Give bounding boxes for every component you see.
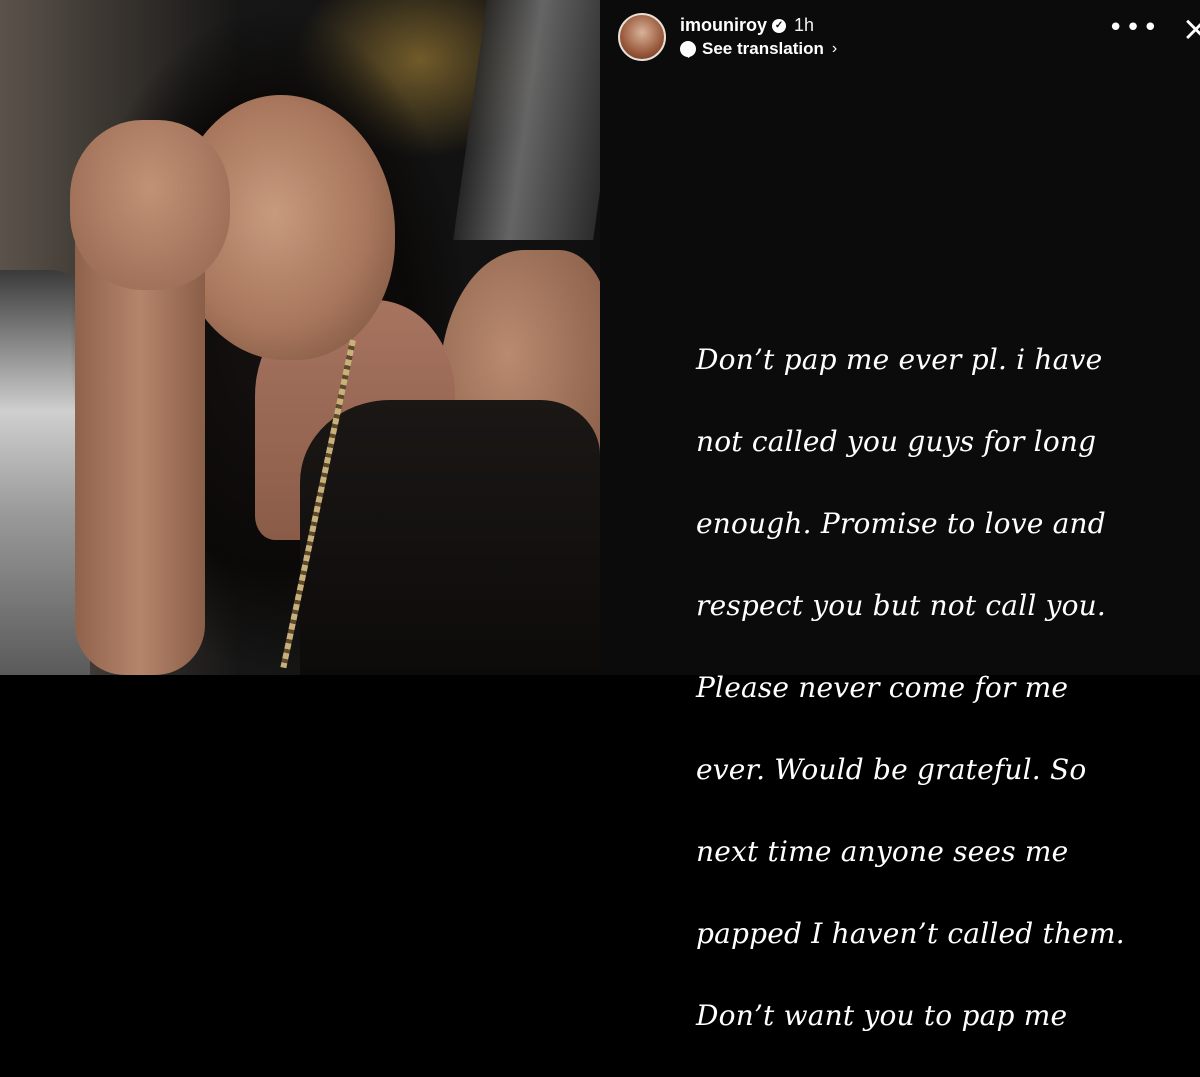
message-line: not called you guys for long <box>696 421 1176 462</box>
avatar[interactable] <box>618 13 666 61</box>
verified-badge-icon: ✓ <box>772 19 786 33</box>
more-dots-icon[interactable]: ••• <box>1108 18 1160 38</box>
see-translation-label: See translation <box>702 39 824 59</box>
chevron-right-icon: › <box>832 40 837 58</box>
message-line: ever. Would be grateful. So <box>696 749 1176 790</box>
story-panel: imouniroy ✓ 1h See translation › ••• × D… <box>600 0 1200 675</box>
hand <box>70 120 230 290</box>
story-message: Don’t pap me ever pl. i have not called … <box>696 298 1176 1077</box>
close-icon[interactable]: × <box>1182 14 1200 44</box>
message-line: respect you but not call you. <box>696 585 1176 626</box>
translate-bubble-icon <box>680 41 696 57</box>
time-ago: 1h <box>794 15 814 36</box>
black-top <box>300 400 600 675</box>
user-row: imouniroy ✓ 1h <box>680 15 837 36</box>
see-translation-button[interactable]: See translation › <box>680 39 837 59</box>
message-line: Don’t pap me ever pl. i have <box>696 339 1176 380</box>
header-meta: imouniroy ✓ 1h See translation › <box>680 15 837 59</box>
message-line: papped I haven’t called them. <box>696 913 1176 954</box>
story-header: imouniroy ✓ 1h See translation › <box>618 12 837 62</box>
message-line: enough. Promise to love and <box>696 503 1176 544</box>
message-line: Please never come for me <box>696 667 1176 708</box>
photo-panel <box>0 0 600 675</box>
story-composite: imouniroy ✓ 1h See translation › ••• × D… <box>0 0 1200 675</box>
message-line: next time anyone sees me <box>696 831 1176 872</box>
message-line: Don’t want you to pap me <box>696 995 1176 1036</box>
username[interactable]: imouniroy <box>680 15 767 36</box>
